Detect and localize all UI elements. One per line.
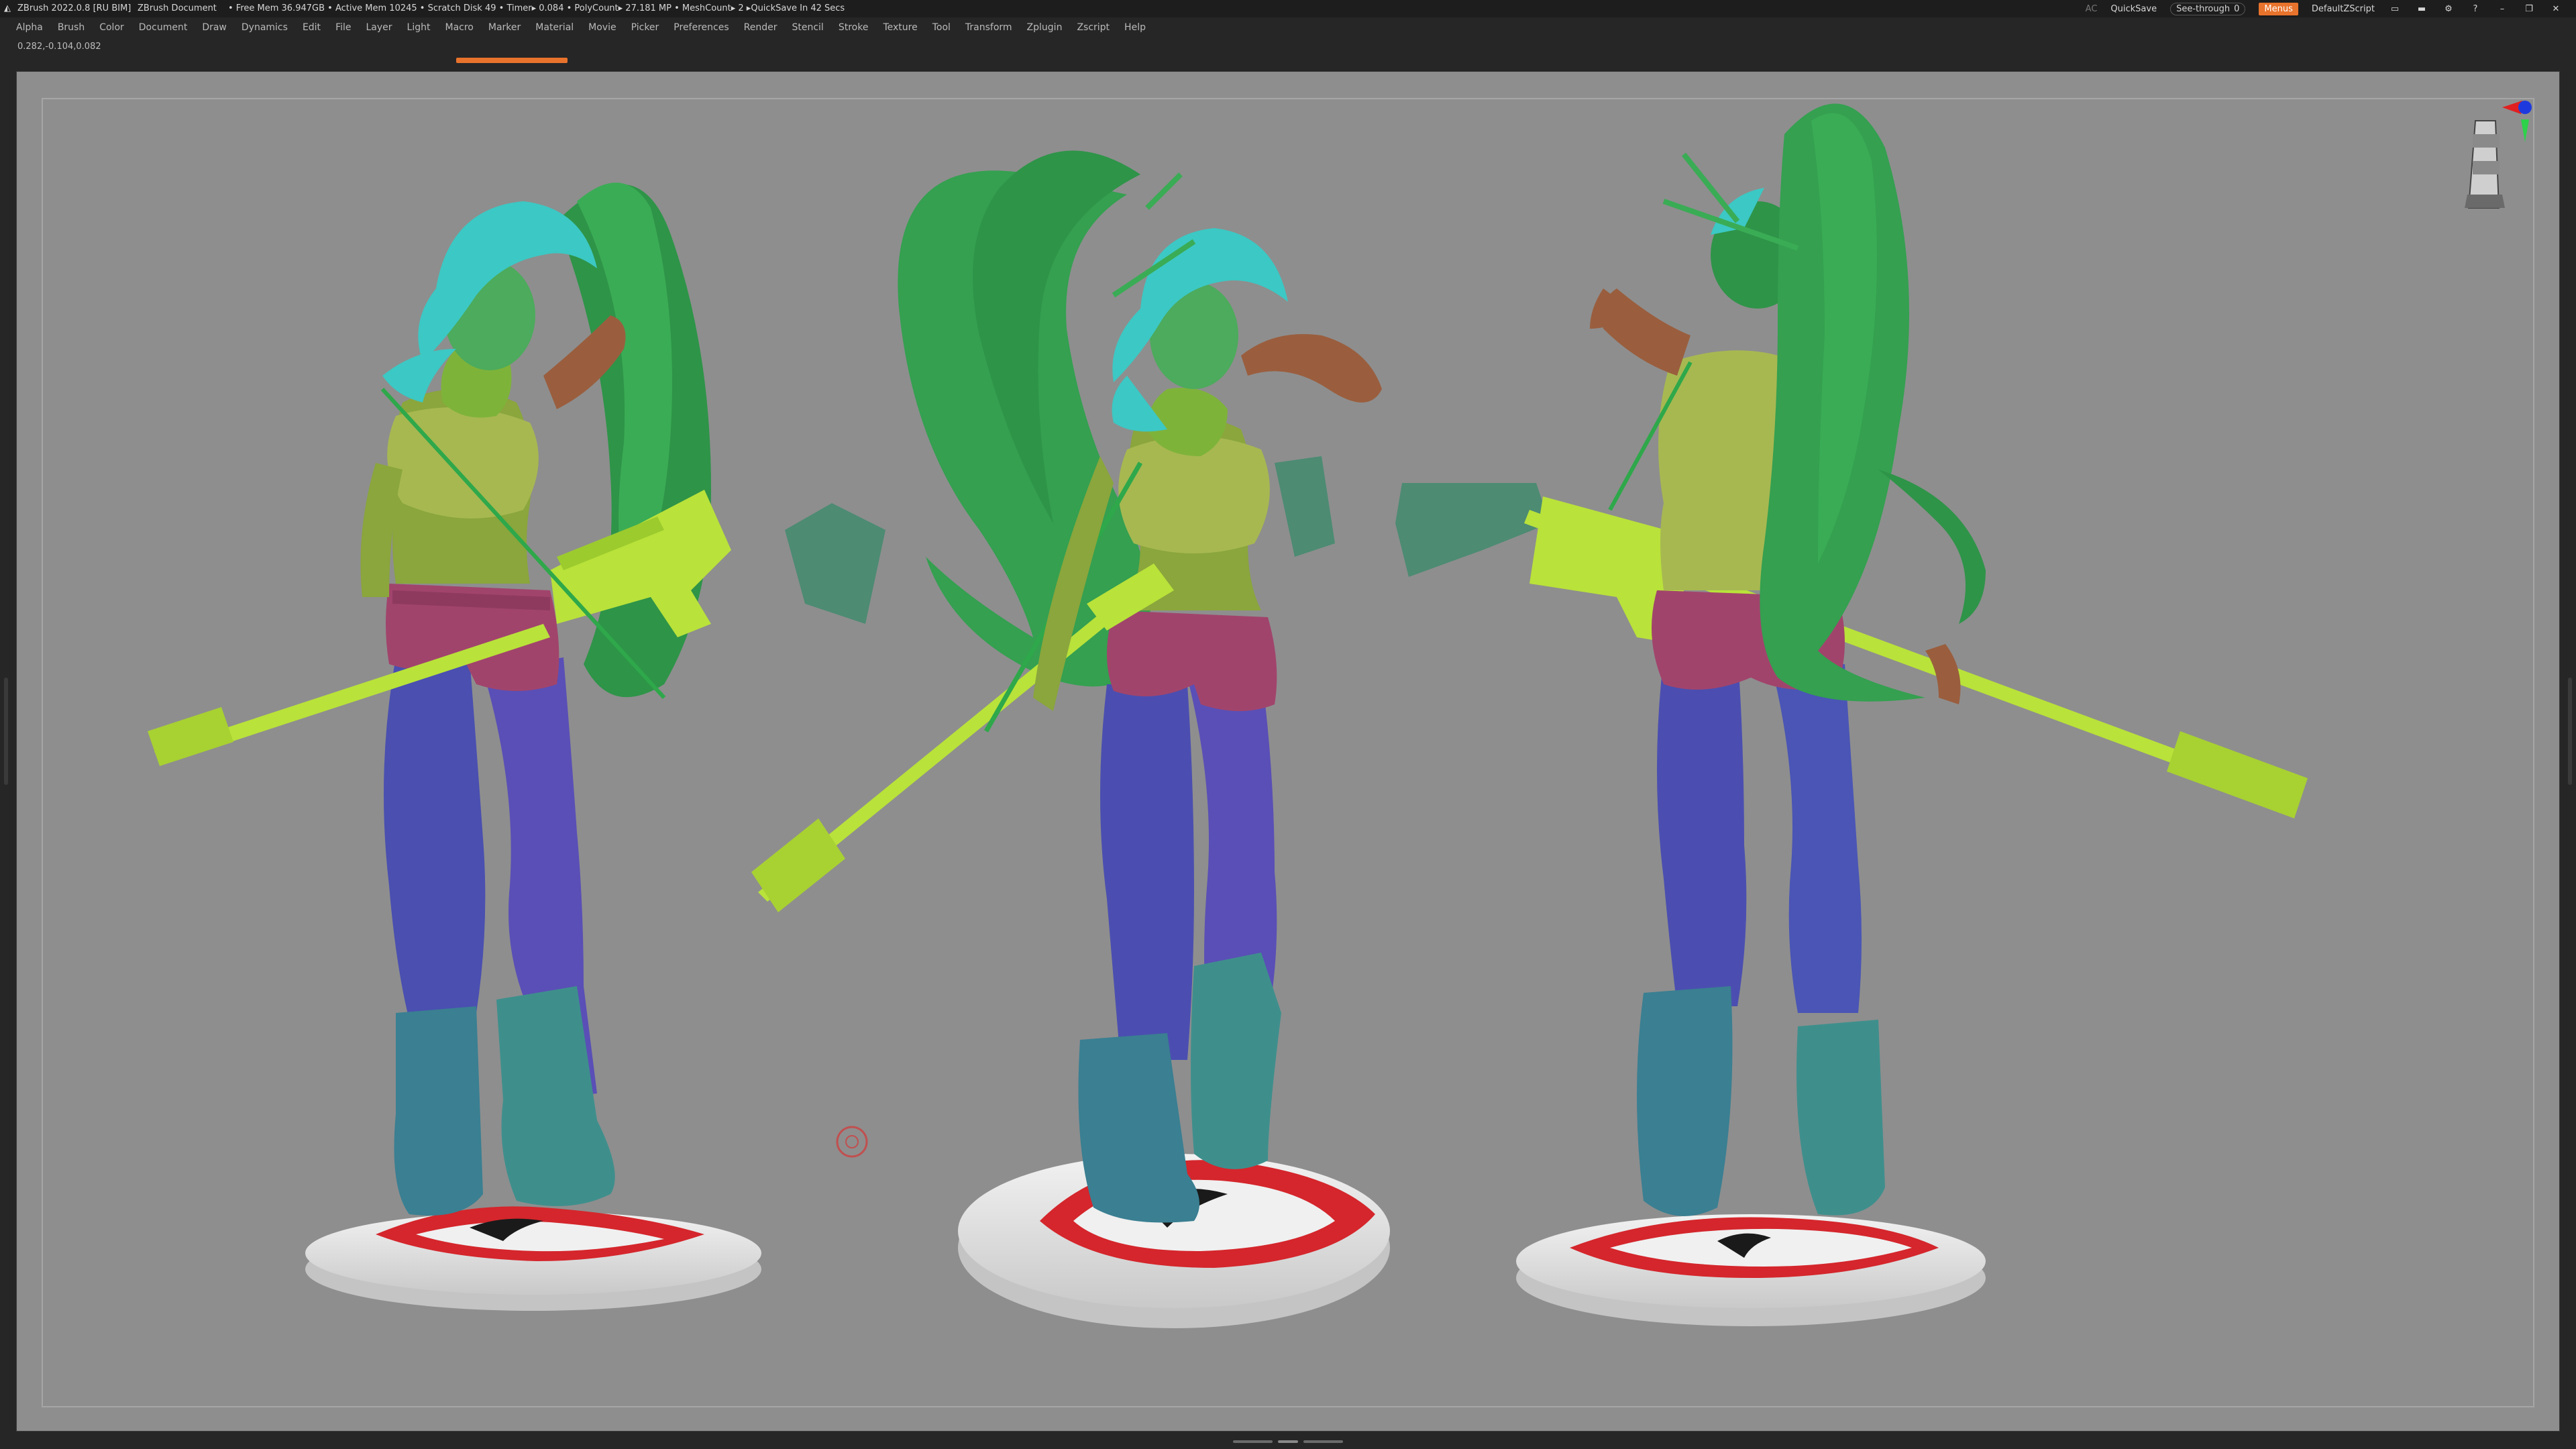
figure-back: [1395, 103, 2308, 1326]
display-base: [1516, 1214, 1986, 1326]
display-base: [305, 1206, 761, 1311]
bottom-tray-handle[interactable]: [1233, 1440, 1343, 1444]
sculpt-scene: [148, 103, 2308, 1328]
figure-front: [751, 150, 1390, 1328]
brush-cursor-icon: [836, 1126, 868, 1158]
figure-front-three-quarter: [148, 182, 885, 1311]
navigation-cube-icon[interactable]: [2435, 94, 2542, 215]
